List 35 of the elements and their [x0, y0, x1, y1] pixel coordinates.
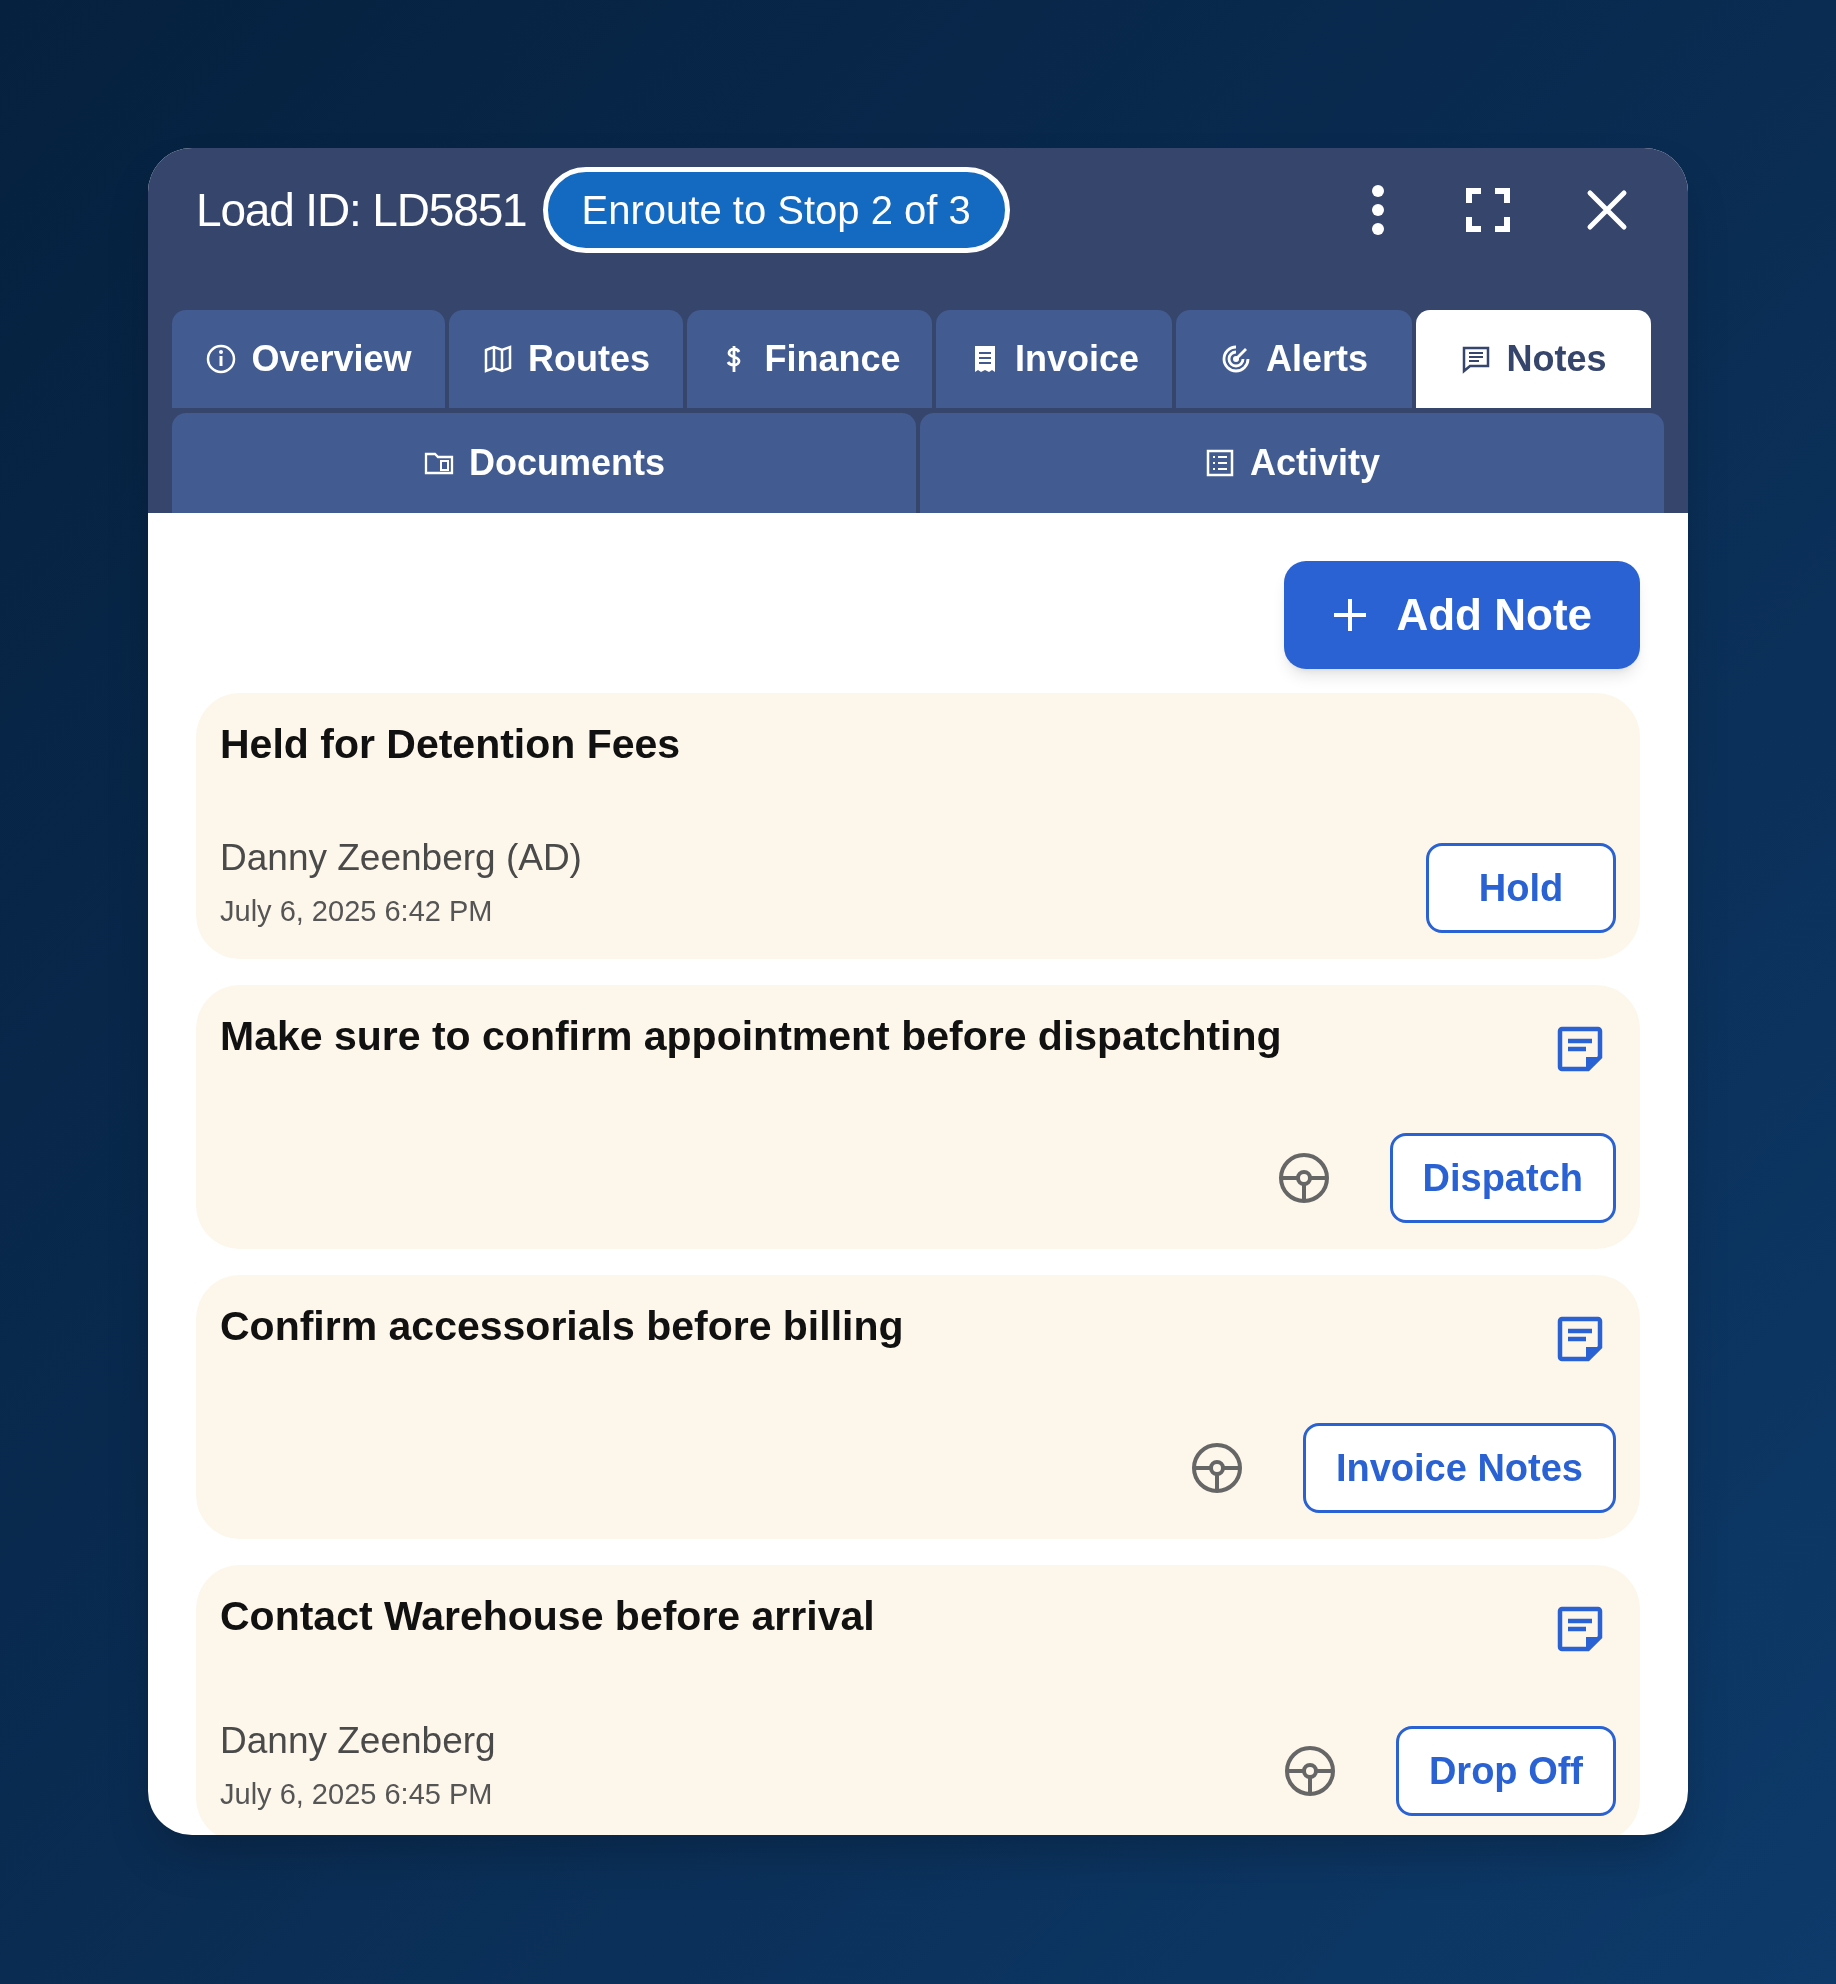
tab[interactable]: Notes — [1416, 310, 1651, 408]
add-note-button[interactable]: Add Note — [1284, 561, 1640, 669]
note-title: Contact Warehouse before arrival — [220, 1592, 875, 1642]
tag-button[interactable]: Invoice Notes — [1302, 1423, 1616, 1514]
tab[interactable]: Documents — [172, 413, 916, 513]
window-title: Load ID: LD5851 — [196, 182, 527, 238]
info-icon — [205, 343, 238, 375]
steering-wheel-icon[interactable] — [1277, 1152, 1330, 1205]
note-title: Make sure to confirm appointment before dispatchting — [220, 1012, 1282, 1062]
steering-wheel-icon[interactable] — [1190, 1442, 1243, 1495]
note-title: Held for Detention Fees — [220, 720, 681, 769]
fullscreen-icon[interactable] — [1466, 188, 1510, 232]
tag-button[interactable]: Dispatch — [1389, 1133, 1616, 1224]
tab[interactable]: Routes — [449, 310, 683, 408]
note-icon[interactable] — [1556, 1315, 1604, 1364]
tab[interactable]: Overview — [172, 310, 445, 408]
note-timestamp: July 6, 2025 6:42 PM — [220, 893, 494, 929]
tab[interactable]: Activity — [920, 413, 1664, 513]
status-badge: Enroute to Stop 2 of 3 — [542, 167, 1010, 253]
tag-button[interactable]: Drop Off — [1395, 1726, 1616, 1817]
note-author: Danny Zeenberg — [220, 1719, 496, 1764]
note-title: Confirm accessorials before billing — [220, 1302, 904, 1352]
note-icon[interactable] — [1556, 1605, 1604, 1654]
note-icon[interactable] — [1556, 1025, 1604, 1074]
plus-icon — [1332, 597, 1369, 633]
tab[interactable]: Alerts — [1176, 310, 1412, 408]
map-icon — [482, 343, 514, 375]
note-timestamp: July 6, 2025 6:45 PM — [220, 1776, 494, 1812]
note-author: Danny Zeenberg (AD) — [220, 836, 582, 881]
more-icon[interactable] — [1370, 185, 1386, 235]
close-icon[interactable] — [1586, 189, 1628, 231]
tab[interactable]: Finance — [687, 310, 932, 408]
tab[interactable]: Invoice — [936, 310, 1172, 408]
steering-wheel-icon[interactable] — [1283, 1745, 1336, 1798]
tag-button[interactable]: Hold — [1426, 843, 1616, 934]
